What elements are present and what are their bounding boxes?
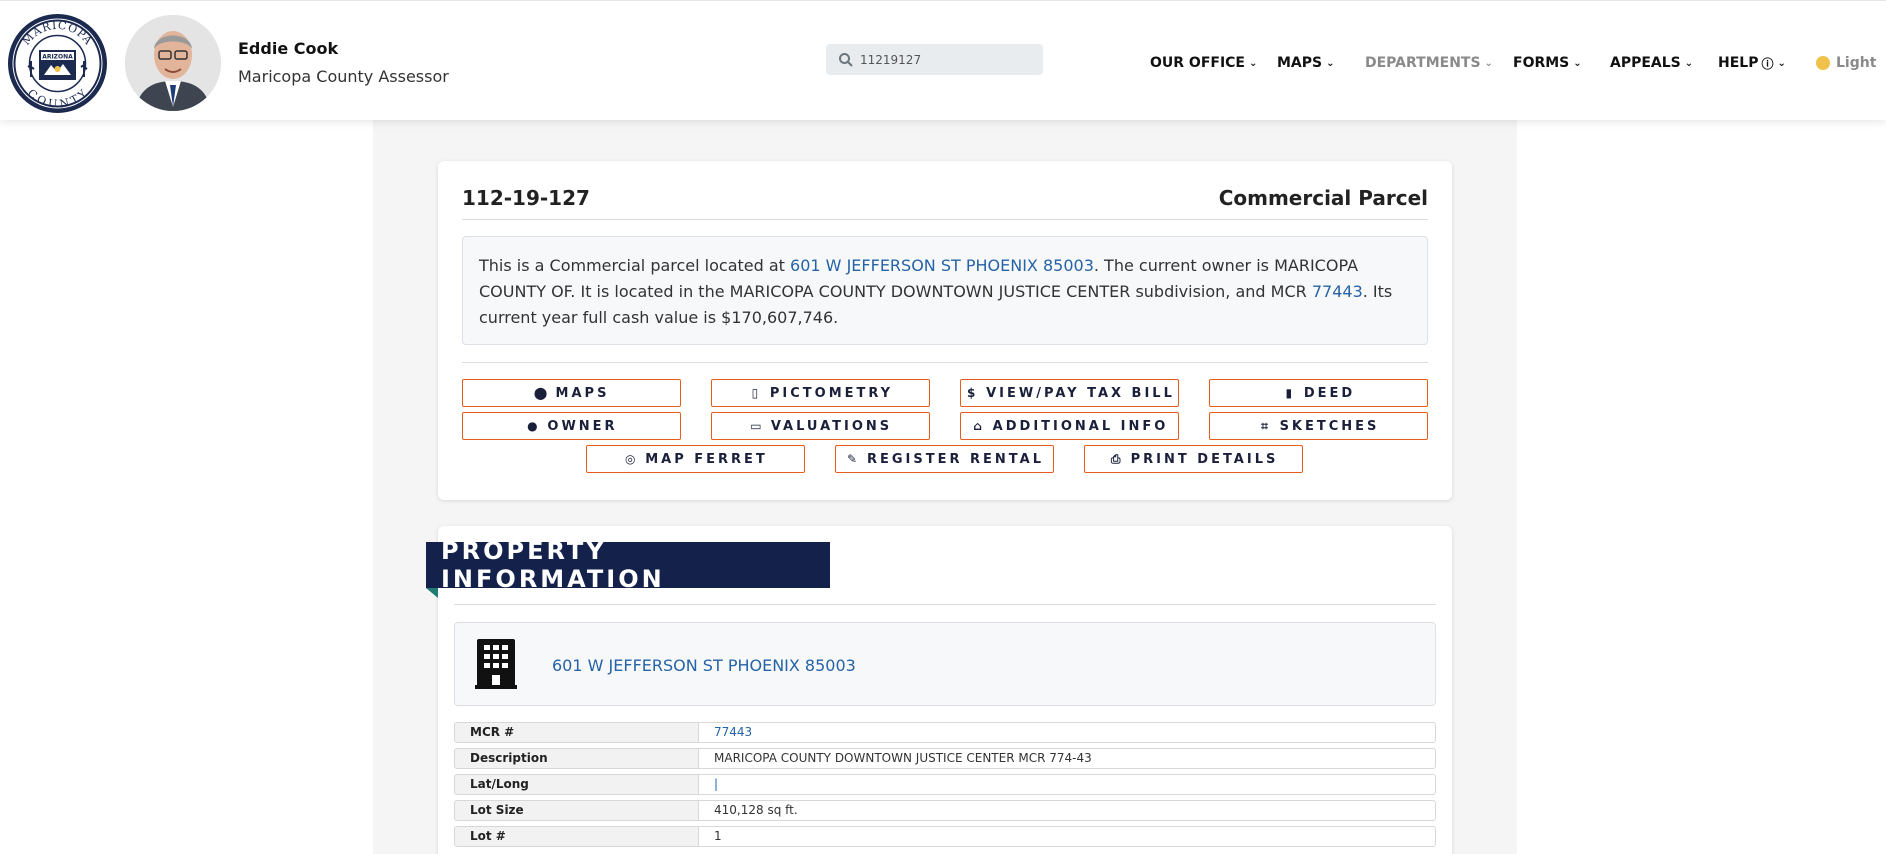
site-header: MARICOPA COUNTY ARIZONA Eddie Cook Maric… xyxy=(0,0,1886,120)
button-label: MAP FERRET xyxy=(645,451,768,467)
register-rental-button[interactable]: ✎ REGISTER RENTAL xyxy=(835,445,1054,473)
building-icon: ▯ xyxy=(751,386,759,400)
theme-toggle[interactable]: Light xyxy=(1816,53,1876,73)
user-icon: ● xyxy=(527,419,538,433)
mcr-value-link[interactable]: 77443 xyxy=(714,725,752,739)
nav-departments[interactable]: DEPARTMENTS ⌄ xyxy=(1365,53,1493,73)
assessor-portrait xyxy=(125,15,221,111)
parcel-summary-card: 112-19-127 Commercial Parcel This is a C… xyxy=(438,161,1452,500)
info-row-lot-size: Lot Size 410,128 sq ft. xyxy=(454,800,1436,821)
view-pay-tax-bill-button[interactable]: $ VIEW/PAY TAX BILL xyxy=(960,379,1179,407)
nav-help[interactable]: HELP ⓘ ⌄ xyxy=(1718,53,1786,73)
info-label: Lot Size xyxy=(454,800,699,821)
button-label: DEED xyxy=(1303,385,1356,401)
nav-our-office[interactable]: OUR OFFICE ⌄ xyxy=(1150,53,1257,73)
button-label: OWNER xyxy=(547,418,618,434)
nav-label: DEPARTMENTS xyxy=(1365,55,1481,71)
chevron-down-icon: ⌄ xyxy=(1573,57,1582,69)
info-label: Lot # xyxy=(454,826,699,847)
button-label: PRINT DETAILS xyxy=(1130,451,1279,467)
mcr-link[interactable]: 77443 xyxy=(1312,282,1363,301)
button-label: ADDITIONAL INFO xyxy=(992,418,1169,434)
seal-middle-text: ARIZONA xyxy=(42,54,73,61)
additional-info-button[interactable]: ⌂ ADDITIONAL INFO xyxy=(960,412,1179,440)
nav-label: FORMS xyxy=(1513,55,1570,71)
owner-button[interactable]: ● OWNER xyxy=(462,412,681,440)
lat-long-link[interactable]: | xyxy=(714,777,718,791)
dollar-icon: $ xyxy=(966,386,976,400)
button-label: MAPS xyxy=(555,385,610,401)
parcel-number: 112-19-127 xyxy=(462,186,590,210)
assessor-title: Maricopa County Assessor xyxy=(238,67,449,86)
info-label: Lat/Long xyxy=(454,774,699,795)
chevron-down-icon: ⌄ xyxy=(1777,57,1786,69)
info-value: 77443 xyxy=(699,722,1436,743)
home-icon: ⌂ xyxy=(973,419,982,433)
nav-forms[interactable]: FORMS ⌄ xyxy=(1513,53,1582,73)
deed-button[interactable]: ▮ DEED xyxy=(1209,379,1428,407)
chevron-down-icon: ⌄ xyxy=(1326,57,1335,69)
question-circle-icon: ⓘ xyxy=(1761,56,1774,71)
county-seal-logo[interactable]: MARICOPA COUNTY ARIZONA xyxy=(8,14,107,113)
theme-label: Light xyxy=(1836,55,1877,71)
ribbon-fold xyxy=(426,588,438,598)
summary-text: This is a Commercial parcel located at xyxy=(479,256,791,275)
search-input[interactable] xyxy=(860,52,1030,67)
divider xyxy=(462,219,1428,220)
nav-appeals[interactable]: APPEALS ⌄ xyxy=(1610,53,1693,73)
nav-label: OUR OFFICE xyxy=(1150,55,1245,71)
button-label: PICTOMETRY xyxy=(769,385,894,401)
info-row-description: Description MARICOPA COUNTY DOWNTOWN JUS… xyxy=(454,748,1436,769)
property-information-card: PROPERTY INFORMATION 601 W JEFFERSON ST … xyxy=(426,526,1452,854)
crop-icon: ⌗ xyxy=(1261,418,1268,433)
compass-icon: ◎ xyxy=(624,452,636,466)
assessor-name: Eddie Cook xyxy=(238,39,339,58)
button-label: VALUATIONS xyxy=(770,418,893,434)
property-information-heading: PROPERTY INFORMATION xyxy=(426,537,830,593)
map-ferret-button[interactable]: ◎ MAP FERRET xyxy=(586,445,805,473)
chevron-down-icon: ⌄ xyxy=(1249,57,1258,69)
sketches-button[interactable]: ⌗ SKETCHES xyxy=(1209,412,1428,440)
button-label: SKETCHES xyxy=(1279,418,1380,434)
pictometry-button[interactable]: ▯ PICTOMETRY xyxy=(711,379,930,407)
edit-icon: ✎ xyxy=(846,452,858,466)
divider xyxy=(462,362,1428,363)
maps-button[interactable]: ⬤ MAPS xyxy=(462,379,681,407)
map-pin-icon: ⬤ xyxy=(533,386,548,400)
info-label: Description xyxy=(454,748,699,769)
money-bill-icon: ▭ xyxy=(750,419,762,433)
nav-label: MAPS xyxy=(1277,55,1323,71)
parcel-type: Commercial Parcel xyxy=(1218,186,1428,210)
nav-label: HELP xyxy=(1718,55,1759,71)
nav-label: APPEALS xyxy=(1610,55,1681,71)
info-value: 1 xyxy=(699,826,1436,847)
print-details-button[interactable]: ⎙ PRINT DETAILS xyxy=(1084,445,1303,473)
info-value: 410,128 sq ft. xyxy=(699,800,1436,821)
info-row-lot-number: Lot # 1 xyxy=(454,826,1436,847)
print-icon: ⎙ xyxy=(1110,451,1121,466)
chevron-down-icon: ⌄ xyxy=(1484,57,1493,69)
property-address-link[interactable]: 601 W JEFFERSON ST PHOENIX 85003 xyxy=(552,656,856,675)
info-label: MCR # xyxy=(454,722,699,743)
info-row-mcr: MCR # 77443 xyxy=(454,722,1436,743)
info-value: | xyxy=(699,774,1436,795)
divider xyxy=(454,604,1436,605)
property-address-box: 601 W JEFFERSON ST PHOENIX 85003 xyxy=(454,622,1436,706)
parcel-summary: This is a Commercial parcel located at 6… xyxy=(462,236,1428,345)
address-link[interactable]: 601 W JEFFERSON ST PHOENIX 85003 xyxy=(790,256,1094,275)
button-label: REGISTER RENTAL xyxy=(866,451,1045,467)
chevron-down-icon: ⌄ xyxy=(1684,57,1694,69)
search-icon xyxy=(839,52,853,67)
button-label: VIEW/PAY TAX BILL xyxy=(986,385,1175,401)
bookmark-icon: ▮ xyxy=(1285,386,1293,400)
building-icon xyxy=(475,639,517,689)
search-box[interactable] xyxy=(826,44,1043,75)
info-row-lat-long: Lat/Long | xyxy=(454,774,1436,795)
sun-icon xyxy=(1816,56,1830,70)
info-value: MARICOPA COUNTY DOWNTOWN JUSTICE CENTER … xyxy=(699,748,1436,769)
nav-maps[interactable]: MAPS ⌄ xyxy=(1277,53,1335,73)
valuations-button[interactable]: ▭ VALUATIONS xyxy=(711,412,930,440)
